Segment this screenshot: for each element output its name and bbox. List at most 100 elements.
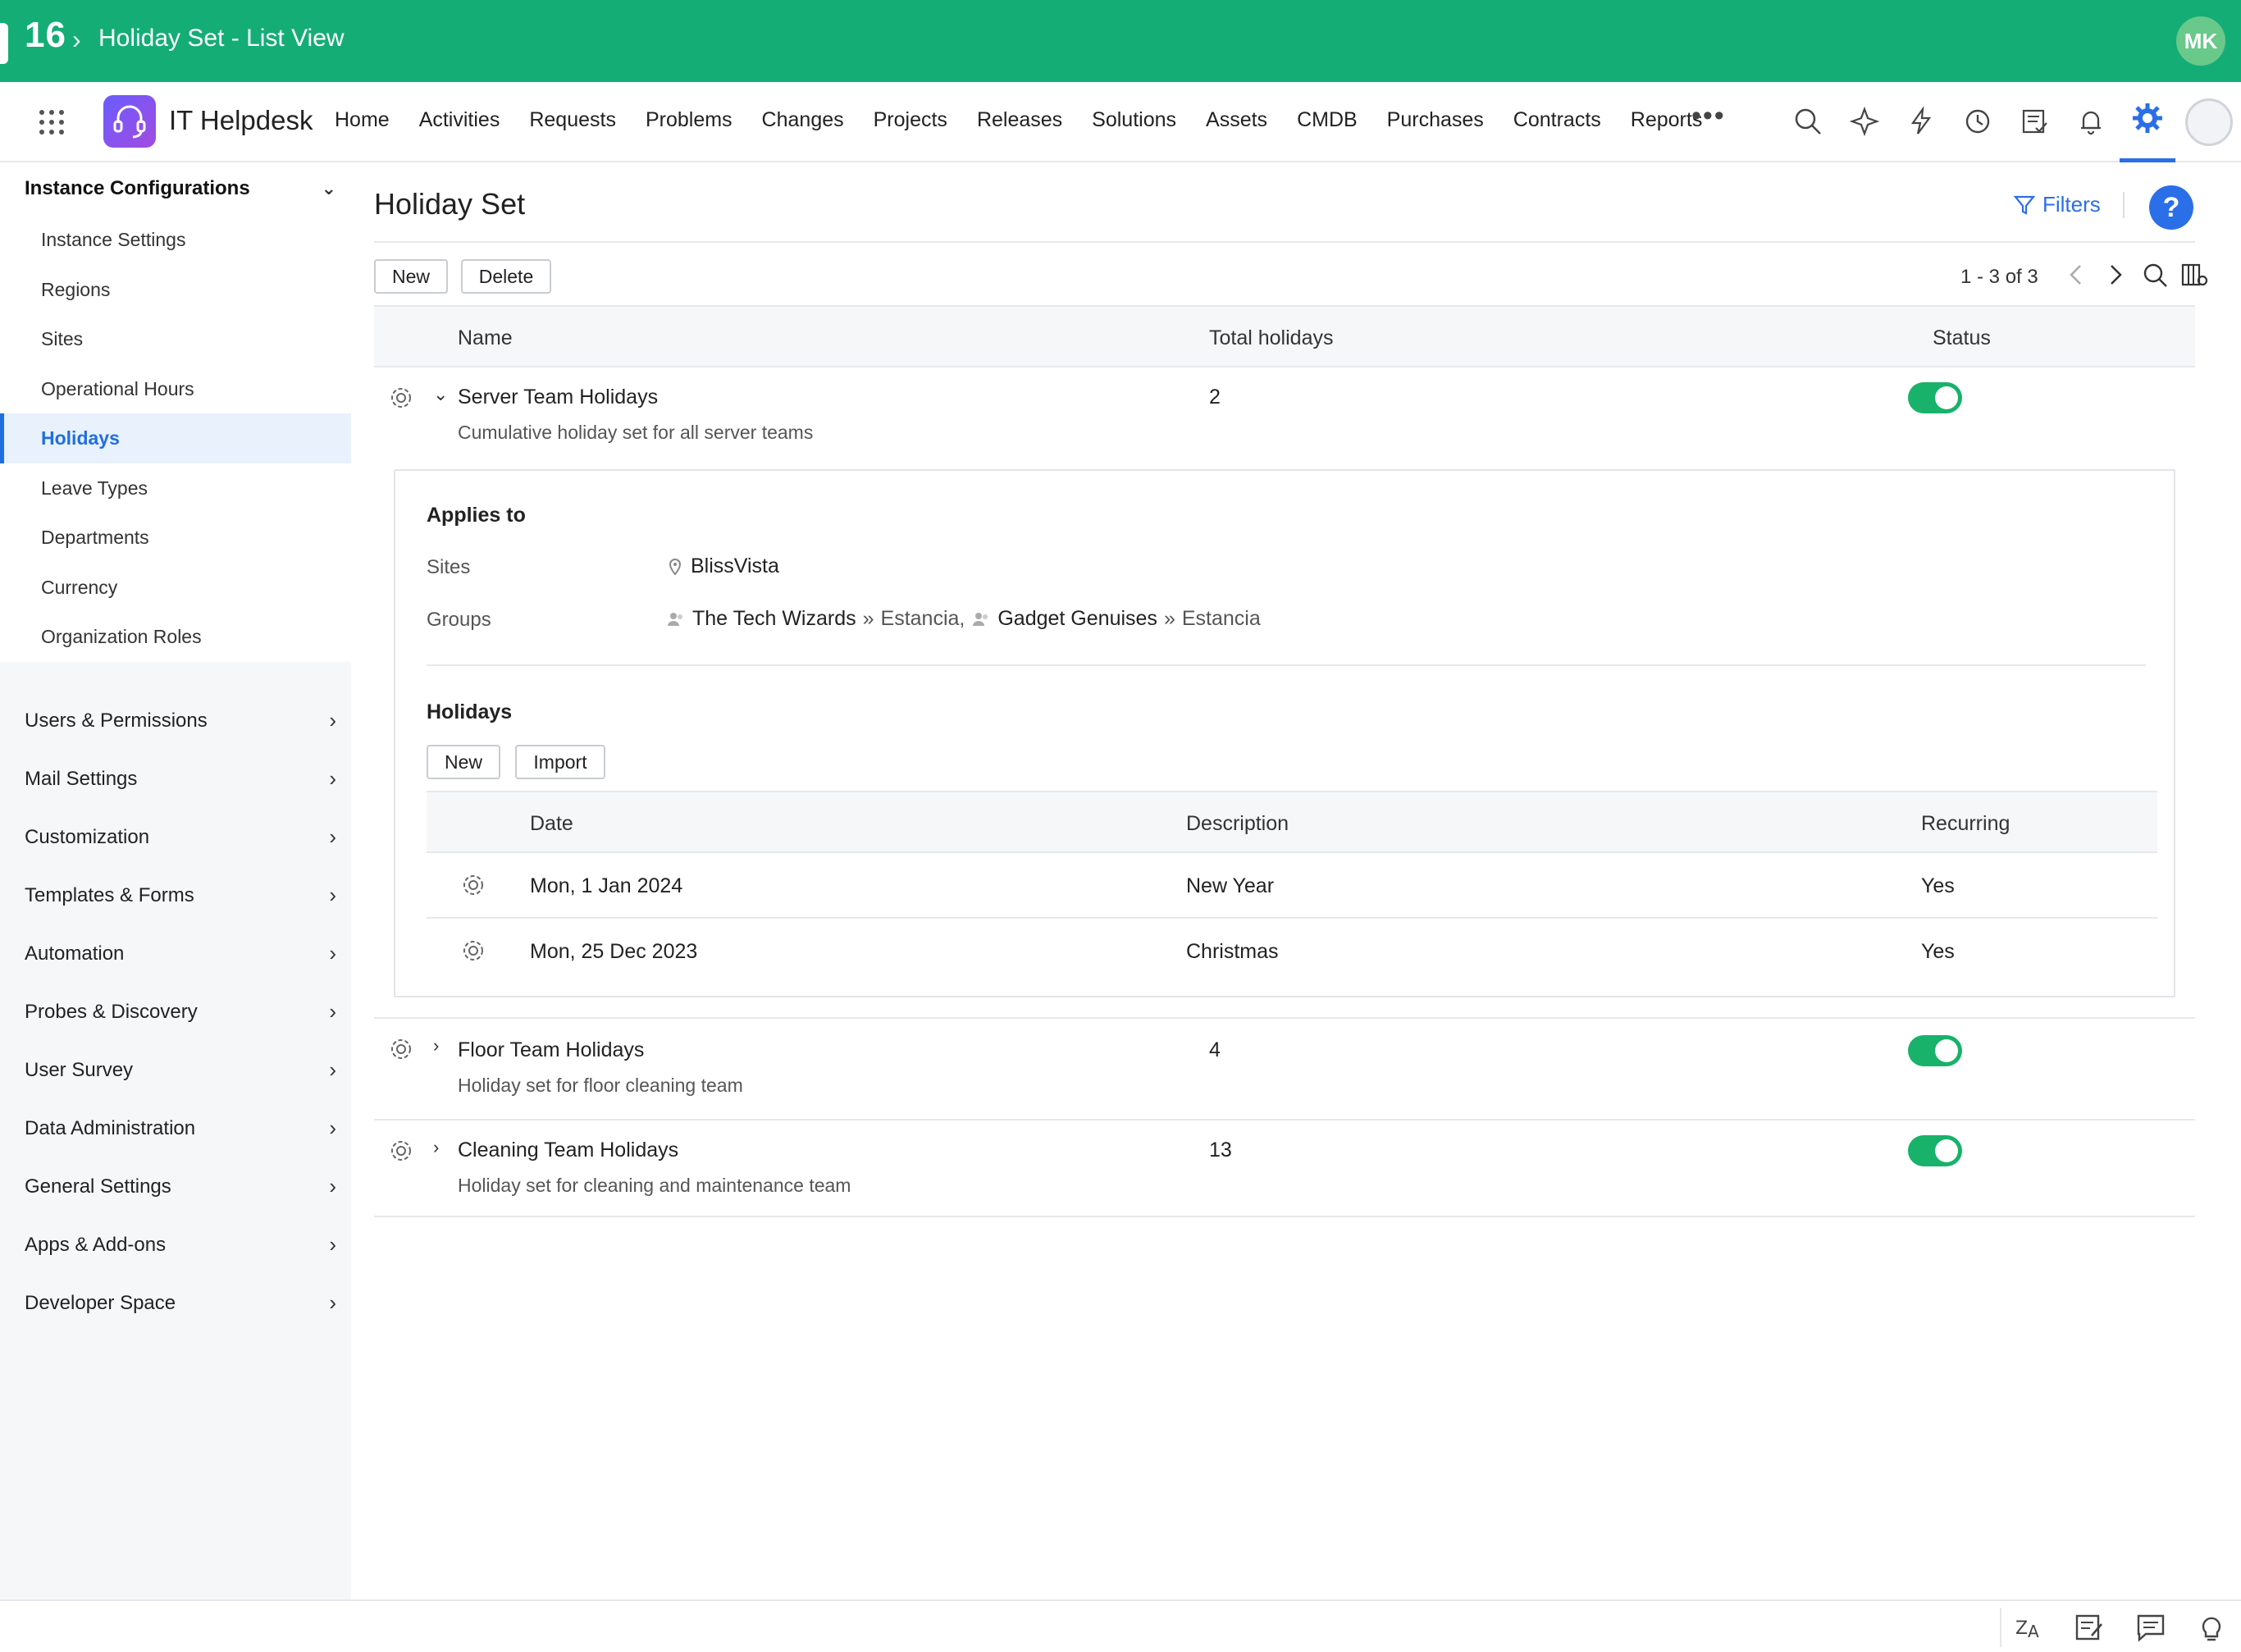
notes-icon[interactable] xyxy=(2015,102,2054,141)
expand-chevron-icon[interactable]: › xyxy=(433,1035,439,1056)
sidebar-group-developer-space[interactable]: Developer Space › xyxy=(0,1274,351,1332)
group-label: Mail Settings xyxy=(25,767,138,790)
row-settings-gear-icon[interactable] xyxy=(389,386,413,410)
sidebar-item-currency[interactable]: Currency xyxy=(0,563,351,613)
filters-label: Filters xyxy=(2042,192,2101,217)
column-settings-icon[interactable] xyxy=(2180,261,2208,289)
column-date[interactable]: Date xyxy=(530,812,573,836)
nav-solutions[interactable]: Solutions xyxy=(1092,108,1176,132)
search-icon[interactable] xyxy=(2141,261,2169,289)
row-divider xyxy=(374,1216,2195,1217)
holiday-set-name[interactable]: Floor Team Holidays xyxy=(458,1038,644,1062)
nav-changes[interactable]: Changes xyxy=(762,108,844,132)
sidebar-group-apps-addons[interactable]: Apps & Add-ons › xyxy=(0,1216,351,1274)
row-settings-gear-icon[interactable] xyxy=(389,1037,413,1061)
holiday-row: Mon, 25 Dec 2023 Christmas Yes xyxy=(427,919,2157,984)
sidebar-group-automation[interactable]: Automation › xyxy=(0,924,351,983)
sidebar-item-sites[interactable]: Sites xyxy=(0,314,351,364)
holidays-table-header: Date Description Recurring xyxy=(427,791,2157,853)
chevron-right-icon: › xyxy=(329,765,336,791)
history-icon[interactable] xyxy=(1958,102,1997,141)
lightbulb-icon[interactable] xyxy=(2195,1611,2228,1644)
column-total-holidays[interactable]: Total holidays xyxy=(1209,326,1333,350)
table-row: › Floor Team Holidays Holiday set for fl… xyxy=(374,1019,2195,1119)
search-icon[interactable] xyxy=(1788,102,1828,141)
left-edge-tab[interactable] xyxy=(0,23,8,64)
nav-problems[interactable]: Problems xyxy=(646,108,733,132)
nav-purchases[interactable]: Purchases xyxy=(1387,108,1484,132)
row-settings-gear-icon[interactable] xyxy=(389,1139,413,1163)
nav-requests[interactable]: Requests xyxy=(529,108,616,132)
section-header[interactable]: Instance Configurations ⌄ xyxy=(0,162,351,215)
sparkle-ai-icon[interactable] xyxy=(1845,102,1884,141)
delete-button[interactable]: Delete xyxy=(461,259,551,294)
expand-chevron-icon[interactable]: › xyxy=(433,1137,439,1158)
nav-activities[interactable]: Activities xyxy=(419,108,500,132)
sidebar-group-user-survey[interactable]: User Survey › xyxy=(0,1041,351,1099)
new-button[interactable]: New xyxy=(374,259,448,294)
chevron-right-icon: › xyxy=(329,1115,336,1140)
holiday-date: Mon, 1 Jan 2024 xyxy=(530,874,683,897)
notes-icon[interactable] xyxy=(2074,1611,2106,1644)
sidebar-item-holidays[interactable]: Holidays xyxy=(0,413,351,463)
sidebar-group-mail-settings[interactable]: Mail Settings › xyxy=(0,750,351,808)
translate-icon[interactable]: ZA xyxy=(2013,1611,2046,1644)
sidebar-group-general-settings[interactable]: General Settings › xyxy=(0,1157,351,1216)
column-name[interactable]: Name xyxy=(458,326,513,350)
nav-projects[interactable]: Projects xyxy=(874,108,947,132)
sidebar-group-data-administration[interactable]: Data Administration › xyxy=(0,1099,351,1157)
nav-contracts[interactable]: Contracts xyxy=(1513,108,1601,132)
nav-home[interactable]: Home xyxy=(335,108,390,132)
filters-button[interactable]: Filters xyxy=(2013,192,2101,217)
sidebar-group-probes-discovery[interactable]: Probes & Discovery › xyxy=(0,983,351,1041)
bottom-toolbar: ZA xyxy=(0,1600,2241,1652)
holiday-set-name[interactable]: Server Team Holidays xyxy=(458,386,658,409)
column-recurring[interactable]: Recurring xyxy=(1921,812,2010,836)
filter-icon xyxy=(2013,195,2036,215)
bell-icon[interactable] xyxy=(2071,102,2111,141)
settings-sidebar: Instance Configurations ⌄ Instance Setti… xyxy=(0,162,351,1600)
sidebar-item-regions[interactable]: Regions xyxy=(0,265,351,315)
column-status[interactable]: Status xyxy=(1933,326,1991,350)
sidebar-group-customization[interactable]: Customization › xyxy=(0,808,351,866)
new-holiday-button[interactable]: New xyxy=(427,745,500,779)
sidebar-item-organization-roles[interactable]: Organization Roles xyxy=(0,612,351,662)
nav-releases[interactable]: Releases xyxy=(977,108,1062,132)
status-toggle[interactable] xyxy=(1908,1035,1962,1066)
status-toggle[interactable] xyxy=(1908,1135,1962,1166)
helpdesk-logo-icon[interactable] xyxy=(103,95,156,148)
sidebar-group-users-permissions[interactable]: Users & Permissions › xyxy=(0,691,351,750)
user-avatar[interactable]: MK xyxy=(2176,16,2225,66)
app-name[interactable]: IT Helpdesk xyxy=(169,105,313,136)
nav-cmdb[interactable]: CMDB xyxy=(1297,108,1358,132)
nav-assets[interactable]: Assets xyxy=(1206,108,1267,132)
sidebar-item-leave-types[interactable]: Leave Types xyxy=(0,463,351,513)
lightning-icon[interactable] xyxy=(1901,102,1941,141)
column-description[interactable]: Description xyxy=(1186,812,1289,836)
sidebar-item-departments[interactable]: Departments xyxy=(0,513,351,563)
status-toggle[interactable] xyxy=(1908,382,1962,413)
app-grid-icon[interactable] xyxy=(39,110,64,135)
settings-tab[interactable] xyxy=(2120,82,2175,162)
group-label: General Settings xyxy=(25,1175,171,1198)
row-settings-gear-icon[interactable] xyxy=(461,938,486,963)
holiday-set-name[interactable]: Cleaning Team Holidays xyxy=(458,1139,678,1162)
sidebar-group-templates-forms[interactable]: Templates & Forms › xyxy=(0,866,351,924)
chat-icon[interactable] xyxy=(2134,1611,2167,1644)
sidebar-item-operational-hours[interactable]: Operational Hours xyxy=(0,364,351,414)
prev-page-icon[interactable] xyxy=(2062,261,2090,289)
svg-text:Z: Z xyxy=(2015,1618,2028,1639)
sidebar-item-instance-settings[interactable]: Instance Settings xyxy=(0,215,351,265)
more-menu-icon[interactable]: ••• xyxy=(1691,100,1726,132)
profile-avatar[interactable] xyxy=(2185,98,2233,146)
import-button[interactable]: Import xyxy=(515,745,605,779)
next-page-icon[interactable] xyxy=(2102,261,2129,289)
help-button[interactable]: ? xyxy=(2149,185,2193,230)
groups-label: Groups xyxy=(427,609,491,631)
row-settings-gear-icon[interactable] xyxy=(461,873,486,897)
group-label: Automation xyxy=(25,942,125,965)
collapse-chevron-icon[interactable]: ⌄ xyxy=(433,384,448,405)
applies-to-heading: Applies to xyxy=(427,504,526,527)
total-holidays: 13 xyxy=(1209,1139,1232,1161)
holiday-set-description: Cumulative holiday set for all server te… xyxy=(458,422,814,443)
